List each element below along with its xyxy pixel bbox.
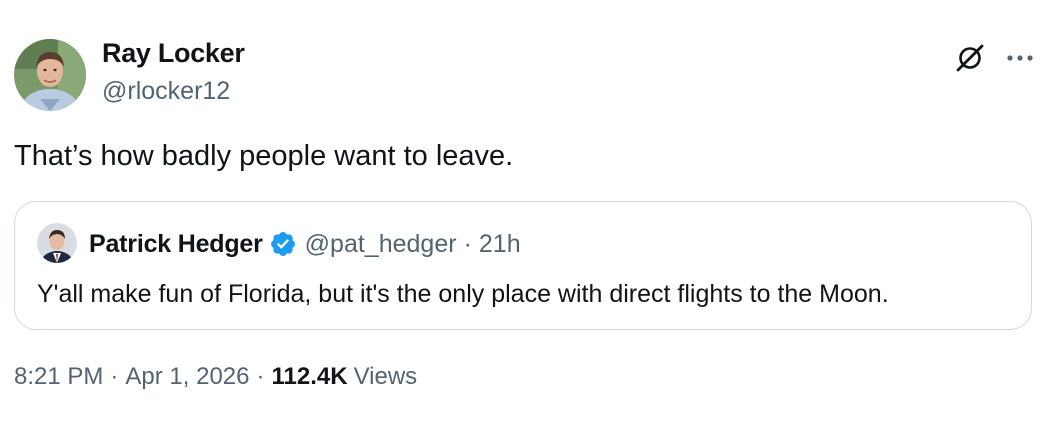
quoted-author-name[interactable]: Patrick Hedger [89,230,263,259]
separator-dot: · [463,229,472,258]
verified-badge-icon [269,230,297,258]
tweet-text: That’s how badly people want to leave. [14,140,514,172]
views-count[interactable]: 112.4K [271,363,347,391]
quoted-tweet-card[interactable]: Patrick Hedger @pat_hedger · 21h Y'all m… [14,201,1032,330]
quoted-tweet-time[interactable]: 21h [479,230,521,259]
quoted-tweet-text: Y'all make fun of Florida, but it's the … [37,280,889,308]
grok-icon[interactable] [954,42,986,74]
tweet-meta: 8:21 PM · Apr 1, 2026 · 112.4K Views [14,363,417,391]
author-handle[interactable]: @rlocker12 [102,77,230,106]
more-icon[interactable] [1003,42,1037,74]
quoted-tweet-header: Patrick Hedger @pat_hedger · 21h [89,228,521,260]
quoted-author-avatar[interactable] [37,223,77,263]
views-label[interactable]: Views [354,363,418,391]
author-avatar[interactable] [14,39,86,111]
author-name[interactable]: Ray Locker [102,38,245,69]
tweet: Ray Locker @rlocker12 That’s how badly p… [0,0,1054,422]
separator-dot: · [256,363,265,390]
tweet-date[interactable]: Apr 1, 2026 [125,363,249,391]
tweet-time[interactable]: 8:21 PM [14,363,103,391]
separator-dot: · [110,363,119,390]
quoted-author-handle[interactable]: @pat_hedger [305,230,457,259]
